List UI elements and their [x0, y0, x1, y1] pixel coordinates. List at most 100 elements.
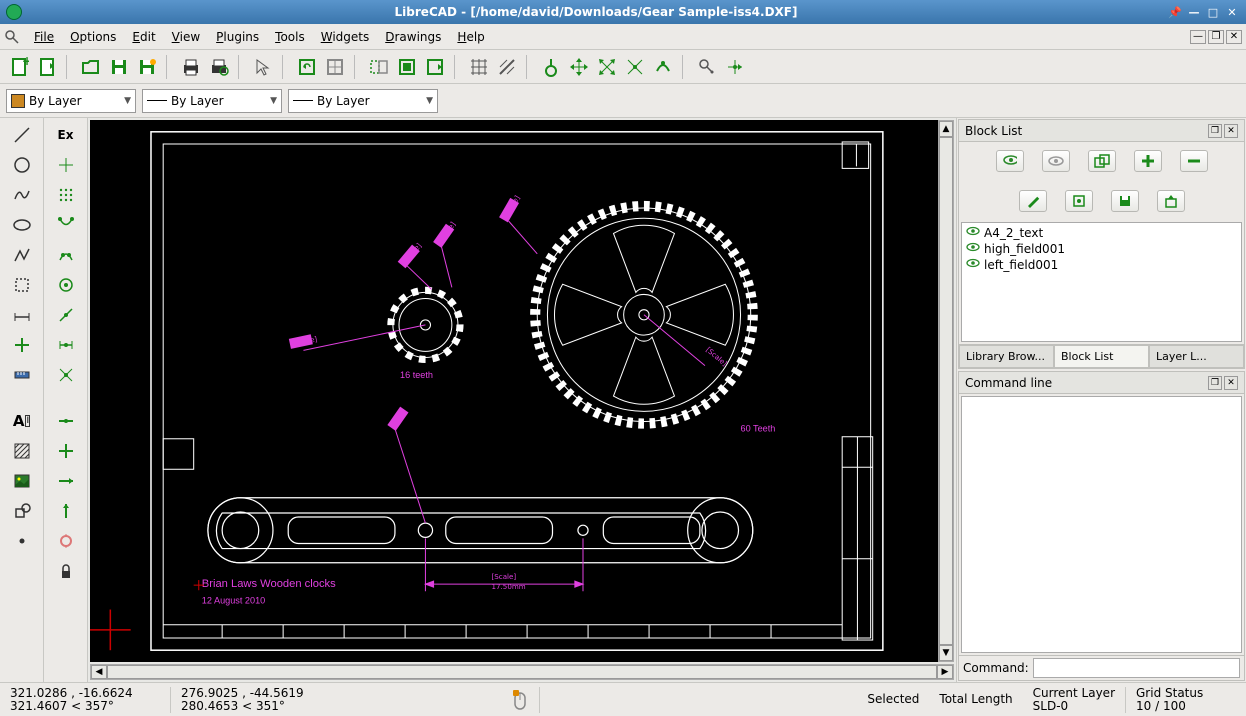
- lock-relative-zero-button[interactable]: [722, 54, 748, 80]
- polyline-tool[interactable]: [9, 242, 35, 268]
- scroll-up-button[interactable]: ▲: [939, 121, 953, 137]
- restrict-nothing-button[interactable]: [53, 408, 79, 434]
- hide-all-blocks-button[interactable]: [1042, 150, 1070, 172]
- drawing-canvas[interactable]: [Scale] 60 Teeth 16 teeth [Scale] [Scal: [90, 120, 954, 662]
- create-block-button[interactable]: [1088, 150, 1116, 172]
- insert-block-button[interactable]: [1157, 190, 1185, 212]
- snap-distance-vbutton[interactable]: [53, 332, 79, 358]
- menu-tools[interactable]: Tools: [267, 27, 313, 47]
- circle-tool[interactable]: [9, 152, 35, 178]
- hatch-tool[interactable]: [9, 438, 35, 464]
- tab-layer-list[interactable]: Layer L...: [1149, 345, 1244, 368]
- horizontal-scrollbar[interactable]: ◀ ▶: [90, 664, 954, 680]
- block-item[interactable]: A4_2_text: [964, 225, 1239, 241]
- scroll-down-button[interactable]: ▼: [939, 645, 953, 661]
- select-tool[interactable]: [9, 272, 35, 298]
- curve-tool[interactable]: [9, 182, 35, 208]
- zoom-pan-button[interactable]: [422, 54, 448, 80]
- relative-zero-button[interactable]: [694, 54, 720, 80]
- block-item[interactable]: high_field001: [964, 241, 1239, 257]
- snap-center-button[interactable]: [594, 54, 620, 80]
- pin-icon[interactable]: 📌: [1167, 5, 1183, 19]
- snap-center-vbutton[interactable]: [53, 272, 79, 298]
- snap-ongrid-button[interactable]: [650, 54, 676, 80]
- menu-help[interactable]: Help: [449, 27, 492, 47]
- snap-exclusive-button[interactable]: Ex: [53, 122, 79, 148]
- tab-library-browser[interactable]: Library Brow...: [959, 345, 1054, 368]
- remove-block-button[interactable]: [1180, 150, 1208, 172]
- add-block-button[interactable]: [1134, 150, 1162, 172]
- image-tool[interactable]: [9, 468, 35, 494]
- print-preview-button[interactable]: [206, 54, 232, 80]
- command-history[interactable]: [961, 396, 1242, 653]
- save-as-button[interactable]: [134, 54, 160, 80]
- panel-close-button[interactable]: ✕: [1224, 376, 1238, 390]
- print-button[interactable]: [178, 54, 204, 80]
- snap-middle-vbutton[interactable]: [53, 302, 79, 328]
- measure-tool[interactable]: [9, 362, 35, 388]
- snap-endpoint-button[interactable]: [566, 54, 592, 80]
- menu-plugins[interactable]: Plugins: [208, 27, 267, 47]
- panel-undock-button[interactable]: ❐: [1208, 124, 1222, 138]
- restrict-vert-button[interactable]: [53, 498, 79, 524]
- line-tool[interactable]: [9, 122, 35, 148]
- menu-drawings[interactable]: Drawings: [377, 27, 449, 47]
- snap-intersection-button[interactable]: [622, 54, 648, 80]
- snap-intersection-vbutton[interactable]: [53, 362, 79, 388]
- scroll-track[interactable]: [939, 137, 953, 645]
- menu-widgets[interactable]: Widgets: [313, 27, 378, 47]
- menu-edit[interactable]: Edit: [124, 27, 163, 47]
- scroll-right-button[interactable]: ▶: [937, 665, 953, 679]
- tab-block-list[interactable]: Block List: [1054, 345, 1149, 368]
- menu-view[interactable]: View: [164, 27, 208, 47]
- rename-block-button[interactable]: [1019, 190, 1047, 212]
- zoom-window-button[interactable]: [394, 54, 420, 80]
- set-relative-zero-button[interactable]: [53, 528, 79, 554]
- grid-button[interactable]: [466, 54, 492, 80]
- zoom-auto-button[interactable]: [322, 54, 348, 80]
- open-button[interactable]: [78, 54, 104, 80]
- lineweight-selector[interactable]: By Layer▼: [142, 89, 282, 113]
- snap-grid-vbutton[interactable]: [53, 182, 79, 208]
- zoom-redraw-button[interactable]: [294, 54, 320, 80]
- scroll-left-button[interactable]: ◀: [91, 665, 107, 679]
- block-list[interactable]: A4_2_text high_field001 left_field001: [961, 222, 1242, 342]
- draft-mode-button[interactable]: [494, 54, 520, 80]
- point-tool[interactable]: [9, 528, 35, 554]
- panel-undock-button[interactable]: ❐: [1208, 376, 1222, 390]
- restrict-ortho-button[interactable]: [53, 438, 79, 464]
- vertical-scrollbar[interactable]: ▲ ▼: [938, 120, 954, 662]
- ellipse-tool[interactable]: [9, 212, 35, 238]
- text-tool[interactable]: AI: [9, 408, 35, 434]
- mdi-minimize-button[interactable]: —: [1190, 30, 1206, 44]
- snap-free-vbutton[interactable]: [53, 152, 79, 178]
- panel-close-button[interactable]: ✕: [1224, 124, 1238, 138]
- menu-options[interactable]: Options: [62, 27, 124, 47]
- save-block-button[interactable]: [1111, 190, 1139, 212]
- save-button[interactable]: [106, 54, 132, 80]
- zoom-previous-button[interactable]: [366, 54, 392, 80]
- dimension-tool[interactable]: [9, 302, 35, 328]
- maximize-button[interactable]: □: [1205, 5, 1221, 19]
- lock-relative-zero-vbutton[interactable]: [53, 558, 79, 584]
- snap-endpoint-vbutton[interactable]: [53, 212, 79, 238]
- mdi-close-button[interactable]: ✕: [1226, 30, 1242, 44]
- show-all-blocks-button[interactable]: [996, 150, 1024, 172]
- menu-file[interactable]: File: [26, 27, 62, 47]
- block-item[interactable]: left_field001: [964, 257, 1239, 273]
- close-button[interactable]: ✕: [1224, 5, 1240, 19]
- edit-block-button[interactable]: [1065, 190, 1093, 212]
- snap-free-button[interactable]: [538, 54, 564, 80]
- scroll-track[interactable]: [107, 665, 937, 679]
- block-tool[interactable]: [9, 498, 35, 524]
- mdi-restore-button[interactable]: ❐: [1208, 30, 1224, 44]
- pointer-button[interactable]: [250, 54, 276, 80]
- command-input[interactable]: [1033, 658, 1240, 678]
- color-selector[interactable]: By Layer▼: [6, 89, 136, 113]
- linetype-selector[interactable]: By Layer▼: [288, 89, 438, 113]
- modify-tool[interactable]: [9, 332, 35, 358]
- search-icon[interactable]: [4, 29, 20, 45]
- new-from-template-button[interactable]: [34, 54, 60, 80]
- restrict-horiz-button[interactable]: [53, 468, 79, 494]
- new-button[interactable]: +: [6, 54, 32, 80]
